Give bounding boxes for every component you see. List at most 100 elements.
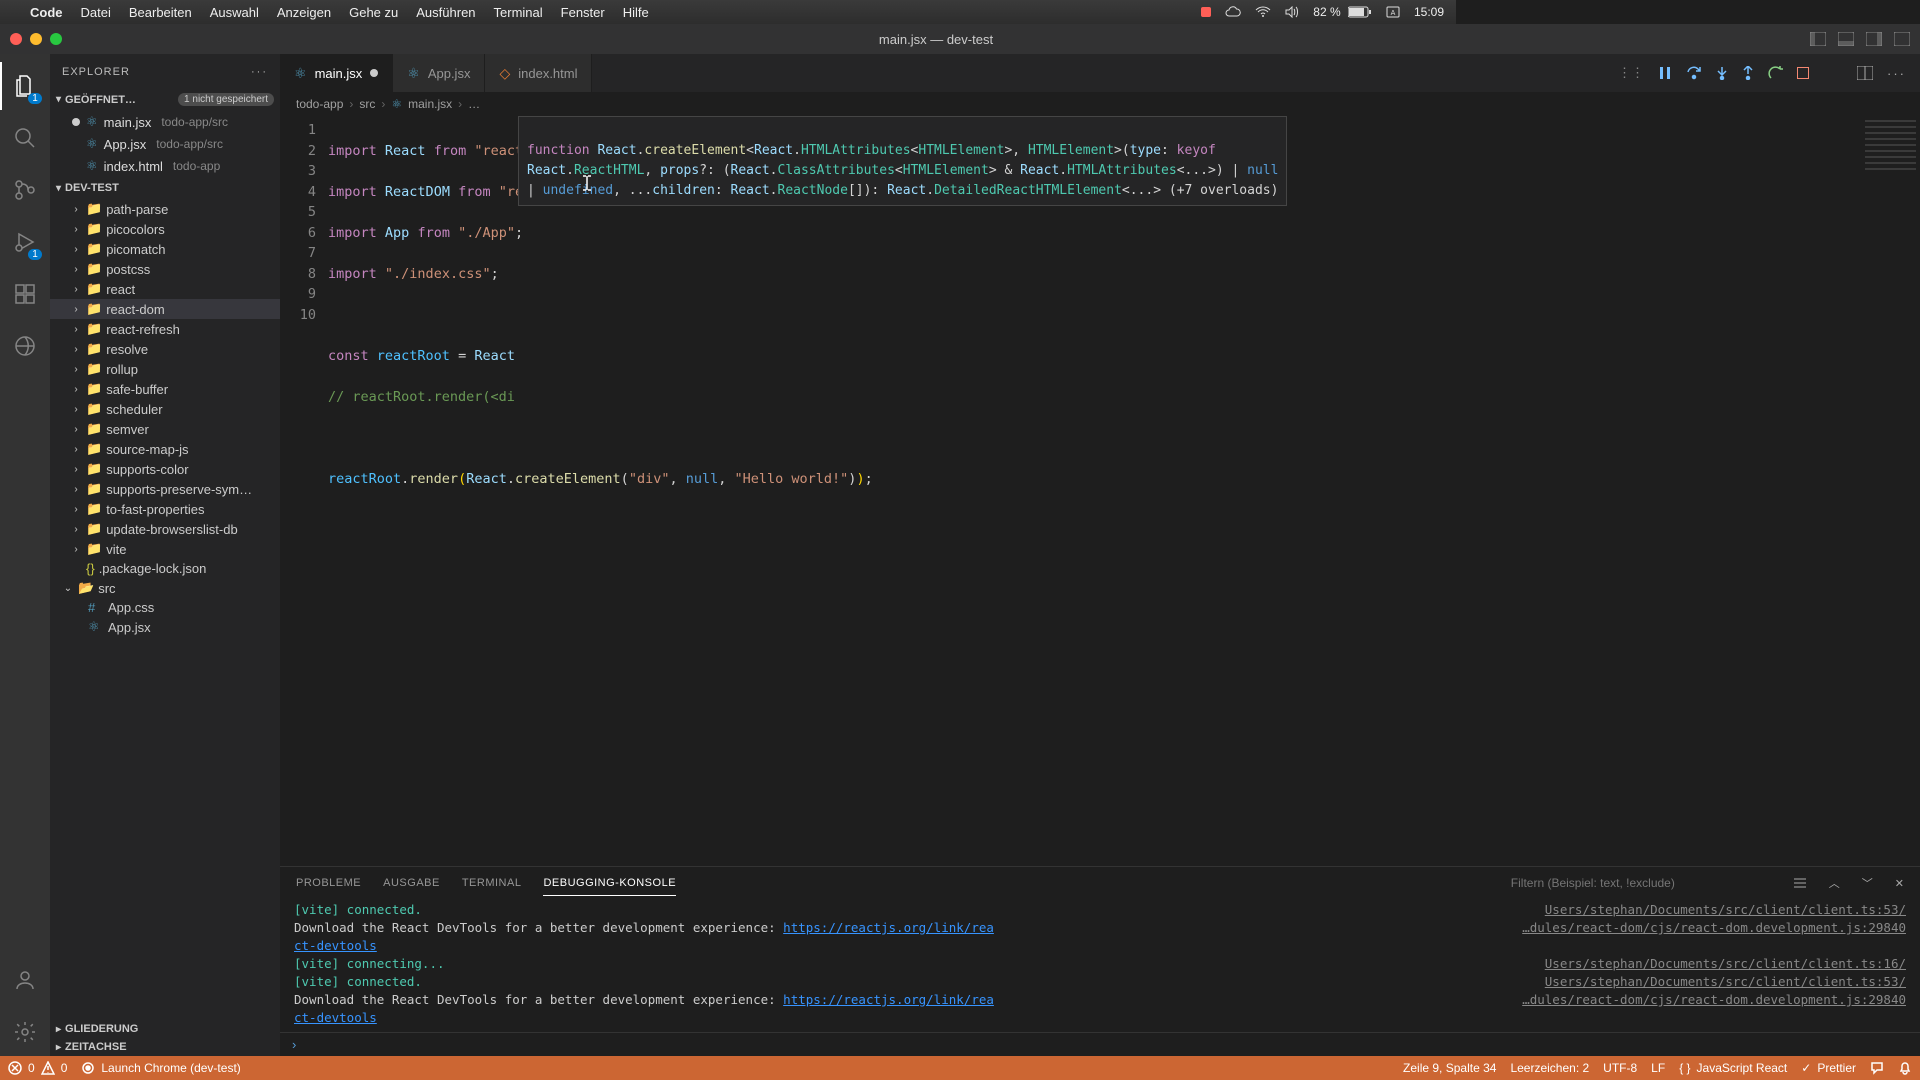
folder-item[interactable]: ›📁react <box>50 279 280 299</box>
menu-selection[interactable]: Auswahl <box>210 5 259 20</box>
file-item[interactable]: #App.css <box>50 598 280 617</box>
menu-app[interactable]: Code <box>30 5 63 20</box>
folder-item[interactable]: ›📁picomatch <box>50 239 280 259</box>
folder-item[interactable]: ›📁react-refresh <box>50 319 280 339</box>
panel-tab[interactable]: AUSGABE <box>383 871 440 896</box>
menu-edit[interactable]: Bearbeiten <box>129 5 192 20</box>
status-recording-icon[interactable] <box>1201 7 1211 17</box>
window-minimize-button[interactable] <box>30 33 42 45</box>
folder-src[interactable]: ⌄📂src <box>50 578 280 598</box>
status-feedback-icon[interactable] <box>1870 1061 1884 1075</box>
bottom-panel: PROBLEME AUSGABE TERMINAL DEBUGGING-KONSOLE… <box>280 866 1920 1056</box>
minimap[interactable] <box>1860 116 1920 866</box>
panel-settings-icon[interactable] <box>1793 876 1807 890</box>
status-lang[interactable]: { }JavaScript React <box>1679 1061 1787 1075</box>
folder-item[interactable]: ›📁vite <box>50 539 280 559</box>
folder-item[interactable]: ›📁supports-color <box>50 459 280 479</box>
status-prettier[interactable]: ✓Prettier <box>1801 1061 1856 1075</box>
activity-remote[interactable] <box>0 322 50 370</box>
menu-view[interactable]: Anzeigen <box>277 5 331 20</box>
menu-help[interactable]: Hilfe <box>623 5 649 20</box>
folder-item[interactable]: ›📁picocolors <box>50 219 280 239</box>
folder-item[interactable]: ›📁rollup <box>50 359 280 379</box>
console-input[interactable]: › <box>280 1032 1920 1056</box>
open-editor-item[interactable]: ⚛index.htmltodo-app <box>50 155 280 177</box>
folder-item[interactable]: ›📁safe-buffer <box>50 379 280 399</box>
panel-tab[interactable]: TERMINAL <box>462 871 522 896</box>
debug-badge: 1 <box>28 249 42 260</box>
project-header[interactable]: ▾ DEV-TEST <box>50 179 280 197</box>
breadcrumb[interactable]: todo-app› src› ⚛ main.jsx› … <box>280 92 1920 116</box>
debug-drag-icon[interactable]: ⋮⋮ <box>1618 65 1644 81</box>
menu-file[interactable]: Datei <box>81 5 111 20</box>
status-cursor-pos[interactable]: Zeile 9, Spalte 34 <box>1403 1061 1496 1075</box>
panel-tab[interactable]: DEBUGGING-KONSOLE <box>543 871 676 896</box>
open-editors-header[interactable]: ▾ GEÖFFNET… 1 nicht gespeichert <box>50 90 280 109</box>
menu-window[interactable]: Fenster <box>561 5 605 20</box>
outline-header[interactable]: ▸ GLIEDERUNG <box>50 1020 280 1038</box>
panel-chevron-up-icon[interactable]: ︿ <box>1829 875 1840 891</box>
editor-tab[interactable]: ◇index.html <box>485 54 592 92</box>
status-lang-icon[interactable]: A <box>1386 6 1400 18</box>
activity-search[interactable] <box>0 114 50 162</box>
editor-more-icon[interactable]: ··· <box>1887 66 1906 81</box>
status-launch[interactable]: Launch Chrome (dev-test) <box>81 1061 240 1075</box>
folder-item[interactable]: ›📁semver <box>50 419 280 439</box>
editor-tab[interactable]: ⚛main.jsx <box>280 54 393 92</box>
layout-right-icon[interactable] <box>1866 32 1882 46</box>
window-zoom-button[interactable] <box>50 33 62 45</box>
activity-settings[interactable] <box>0 1008 50 1056</box>
open-editor-item[interactable]: ⚛main.jsxtodo-app/src <box>50 111 280 133</box>
status-errors[interactable]: 0 0 <box>8 1061 67 1075</box>
layout-left-icon[interactable] <box>1810 32 1826 46</box>
editor-tab[interactable]: ⚛App.jsx <box>393 54 485 92</box>
status-clock[interactable]: 15:09 <box>1414 5 1444 19</box>
debug-stepin-icon[interactable] <box>1716 66 1728 80</box>
menu-go[interactable]: Gehe zu <box>349 5 398 20</box>
debug-pause-icon[interactable] <box>1658 66 1672 80</box>
status-wifi-icon[interactable] <box>1255 6 1271 18</box>
folder-item[interactable]: ›📁path-parse <box>50 199 280 219</box>
activity-explorer[interactable]: 1 <box>0 62 50 110</box>
sidebar-more-icon[interactable]: ··· <box>251 66 268 78</box>
editor-split-icon[interactable] <box>1857 66 1873 80</box>
debug-restart-icon[interactable] <box>1768 66 1783 81</box>
open-editor-item[interactable]: ⚛App.jsxtodo-app/src <box>50 133 280 155</box>
window-close-button[interactable] <box>10 33 22 45</box>
folder-item[interactable]: ›📁react-dom <box>50 299 280 319</box>
menu-run[interactable]: Ausführen <box>416 5 475 20</box>
panel-close-icon[interactable]: ✕ <box>1895 877 1904 890</box>
debug-stepover-icon[interactable] <box>1686 66 1702 80</box>
menu-terminal[interactable]: Terminal <box>494 5 543 20</box>
status-volume-icon[interactable] <box>1285 6 1299 18</box>
layout-full-icon[interactable] <box>1894 32 1910 46</box>
file-item[interactable]: ⚛App.jsx <box>50 617 280 637</box>
file-item[interactable]: {}.package-lock.json <box>50 559 280 578</box>
status-bell-icon[interactable] <box>1898 1061 1912 1075</box>
folder-item[interactable]: ›📁update-browserslist-db <box>50 519 280 539</box>
folder-item[interactable]: ›📁resolve <box>50 339 280 359</box>
folder-item[interactable]: ›📁postcss <box>50 259 280 279</box>
activity-debug[interactable]: 1 <box>0 218 50 266</box>
status-spaces[interactable]: Leerzeichen: 2 <box>1510 1061 1589 1075</box>
console-filter-input[interactable] <box>1511 876 1771 890</box>
folder-item[interactable]: ›📁supports-preserve-sym… <box>50 479 280 499</box>
panel-chevron-down-icon[interactable]: ﹀ <box>1862 875 1873 891</box>
code-editor[interactable]: 12345678910 import React from "react"; i… <box>280 116 1920 866</box>
status-cloud-icon[interactable] <box>1225 6 1241 18</box>
debug-stepout-icon[interactable] <box>1742 66 1754 80</box>
activity-extensions[interactable] <box>0 270 50 318</box>
layout-bottom-icon[interactable] <box>1838 32 1854 46</box>
debug-stop-icon[interactable] <box>1797 67 1809 79</box>
unsaved-pill: 1 nicht gespeichert <box>178 93 274 106</box>
panel-tab[interactable]: PROBLEME <box>296 871 361 896</box>
folder-item[interactable]: ›📁source-map-js <box>50 439 280 459</box>
activity-scm[interactable] <box>0 166 50 214</box>
status-encoding[interactable]: UTF-8 <box>1603 1061 1637 1075</box>
status-battery[interactable]: 82 % <box>1313 5 1372 19</box>
folder-item[interactable]: ›📁scheduler <box>50 399 280 419</box>
status-eol[interactable]: LF <box>1651 1061 1665 1075</box>
timeline-header[interactable]: ▸ ZEITACHSE <box>50 1038 280 1056</box>
folder-item[interactable]: ›📁to-fast-properties <box>50 499 280 519</box>
activity-account[interactable] <box>0 956 50 1004</box>
